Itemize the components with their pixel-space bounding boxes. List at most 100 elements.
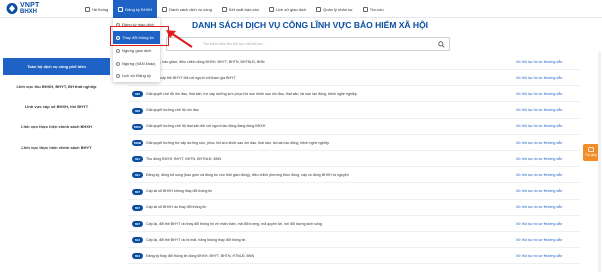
- service-name[interactable]: Giải quyết hưởng chế độ thai sản đối với…: [146, 124, 265, 128]
- service-row[interactable]: 604 Đăng ký thay đổi thông tin đóng BHXH,…: [128, 252, 580, 265]
- service-guide-link[interactable]: Hướng dẫn: [544, 205, 562, 209]
- service-guide-link[interactable]: Hướng dẫn: [544, 238, 562, 242]
- service-name[interactable]: Giải quyết chế độ ốm đau, thai sản, trợ …: [146, 92, 357, 96]
- service-row[interactable]: 607 Cấp lại, đổi thẻ BHYT do thay đổi thô…: [128, 220, 580, 232]
- menu-bullet-icon: [116, 48, 120, 53]
- service-name[interactable]: Cấp lại, đổi thẻ BHYT do bị mất, hỏng kh…: [146, 238, 245, 242]
- service-row[interactable]: 606B Giải quyết hưởng trợ cấp dưỡng sức, …: [128, 139, 580, 151]
- service-name[interactable]: Giải quyết hưởng chế độ ốm đau: [146, 108, 199, 112]
- service-details-link[interactable]: Xử thủ tục hồ sơ »: [516, 124, 546, 128]
- search-input[interactable]: Tìm kiếm theo tên thủ tục, mã thủ tục...: [166, 37, 450, 51]
- service-details-link[interactable]: Xử thủ tục hồ sơ »: [516, 141, 546, 145]
- help-side-tab[interactable]: Trợ giúp: [583, 144, 599, 161]
- service-name[interactable]: Giải quyết hưởng trợ cấp dưỡng sức, phục…: [146, 141, 329, 145]
- people-icon: [316, 6, 322, 12]
- service-details-link[interactable]: Xử thủ tục hồ sơ »: [516, 92, 546, 96]
- pointer-arrow-icon: [166, 30, 193, 48]
- search-placeholder: Tìm kiếm theo tên thủ tục, mã thủ tục...: [203, 42, 266, 46]
- history-icon: [268, 6, 274, 12]
- highlight-box: [110, 26, 169, 46]
- sidebar-item-bhxh-policy[interactable]: Lĩnh vực thực hiện chính sách BHXH: [3, 124, 110, 129]
- service-row[interactable]: 607 Cấp lại sổ BHXH không thay đổi thông …: [128, 188, 580, 200]
- menu-bullet-icon: [116, 73, 120, 78]
- nav-register-bhxh[interactable]: Đăng ký BHXH: [113, 0, 158, 18]
- service-details-link[interactable]: Xử thủ tục hồ sơ »: [516, 222, 546, 226]
- help-icon: [588, 147, 594, 152]
- service-guide-link[interactable]: Hướng dẫn: [544, 254, 562, 258]
- row-divider: [128, 247, 580, 249]
- row-divider: [128, 69, 580, 70]
- service-guide-link[interactable]: Hướng dẫn: [544, 124, 562, 128]
- service-name[interactable]: Cấp lại, đổi thẻ BHYT do thay đổi thông …: [146, 222, 322, 226]
- service-guide-link[interactable]: Hướng dẫn: [544, 189, 562, 193]
- service-details-link[interactable]: Xử thủ tục hồ sơ »: [516, 173, 546, 177]
- logo-text-vnpt: VNPT: [20, 2, 40, 9]
- row-divider: [128, 101, 580, 103]
- main-nav: Hệ thống Đăng ký BHXH Danh sách dịch vụ …: [80, 0, 389, 18]
- sidebar-item-card-issuance[interactable]: Lĩnh vực cấp sổ BHXH, thẻ BHYT: [3, 104, 110, 109]
- service-details-link[interactable]: Xử thủ tục hồ sơ »: [516, 189, 546, 193]
- nav-hr[interactable]: Quản lý nhân sự: [311, 0, 358, 18]
- service-code-badge: 606A: [132, 123, 143, 130]
- service-row[interactable]: 612 Cấp lại, đổi thẻ BHYT do bị mất, hỏng…: [128, 236, 580, 249]
- service-details-link[interactable]: Xử thủ tục hồ sơ »: [516, 60, 546, 64]
- page-scrollbar[interactable]: [598, 52, 601, 272]
- service-code-badge: 607: [132, 188, 143, 195]
- vnpt-bhxh-logo[interactable]: VNPT BHXH: [6, 1, 46, 17]
- service-name[interactable]: Thu đóng BHXH, BHYT, BHTN, BHTNLĐ, BNN: [146, 157, 221, 161]
- service-row[interactable]: 602Đăng ký cấp thẻ BHYT đối với người ch…: [128, 74, 580, 87]
- menu-item-register-history[interactable]: Lịch sử Đăng ký: [113, 69, 160, 82]
- nav-history[interactable]: Lịch sử giao dịch: [264, 0, 311, 18]
- service-details-link[interactable]: Xử thủ tục hồ sơ »: [516, 254, 546, 258]
- service-details-link[interactable]: Xử thủ tục hồ sơ »: [516, 108, 546, 112]
- service-guide-link[interactable]: Hướng dẫn: [544, 157, 562, 161]
- row-divider: [128, 263, 580, 265]
- row-divider: [128, 117, 580, 119]
- service-guide-link[interactable]: Hướng dẫn: [544, 108, 562, 112]
- sidebar-item-all-services[interactable]: Toàn bộ dịch vụ công phổ biến: [3, 58, 110, 75]
- service-code-badge: 601: [132, 156, 143, 163]
- row-divider: [128, 198, 580, 200]
- service-code-badge: 607: [132, 204, 143, 211]
- service-guide-link[interactable]: Hướng dẫn: [544, 173, 562, 177]
- service-guide-link[interactable]: Hướng dẫn: [544, 76, 562, 80]
- top-navbar: VNPT BHXH Hệ thống Đăng ký BHXH Danh sác…: [0, 0, 602, 18]
- service-name[interactable]: Đăng ký thay đổi thông tin đóng BHXH, BH…: [146, 254, 254, 258]
- service-guide-link[interactable]: Hướng dẫn: [544, 141, 562, 145]
- sidebar-item-bhyt-policy[interactable]: Lĩnh vực thực hiện chính sách BHYT: [3, 145, 110, 150]
- row-divider: [128, 166, 580, 168]
- service-row[interactable]: 606A Giải quyết hưởng chế độ thai sản đối…: [128, 123, 580, 135]
- help-tab-label: Trợ giúp: [585, 153, 597, 157]
- service-guide-link[interactable]: Hướng dẫn: [544, 92, 562, 96]
- service-row[interactable]: 606 Giải quyết hưởng chế độ ốm đau Xử thủ …: [128, 107, 580, 119]
- service-name[interactable]: Cấp lại sổ BHXH do thay đổi thông tin: [146, 205, 206, 209]
- row-divider: [128, 150, 580, 151]
- service-row[interactable]: 605 Giải quyết chế độ ốm đau, thai sản, t…: [128, 90, 580, 103]
- nav-lookup[interactable]: Tra cứu: [358, 0, 389, 18]
- service-details-link[interactable]: Xử thủ tục hồ sơ »: [516, 157, 546, 161]
- service-details-link[interactable]: Xử thủ tục hồ sơ »: [516, 76, 546, 80]
- search-icon[interactable]: [438, 41, 445, 48]
- lookup-icon: [362, 6, 368, 12]
- service-details-link[interactable]: Xử thủ tục hồ sơ »: [516, 205, 546, 209]
- service-code-badge: 605: [132, 91, 143, 98]
- service-guide-link[interactable]: Hướng dẫn: [544, 60, 562, 64]
- sidebar-item-collection[interactable]: Lĩnh vực thu BHXH, BHYT, BH thất nghiệp: [3, 84, 110, 89]
- service-name[interactable]: Cấp lại sổ BHXH không thay đổi thông tin: [146, 189, 212, 193]
- service-row[interactable]: 600Báo tăng, báo giảm, điều chỉnh đóng B…: [128, 58, 580, 70]
- service-guide-link[interactable]: Hướng dẫn: [544, 222, 562, 226]
- service-name[interactable]: Đăng ký, đóng bổ sung (bao gồm cả đóng b…: [146, 173, 349, 177]
- service-row[interactable]: 601 Đăng ký, đóng bổ sung (bao gồm cả đón…: [128, 171, 580, 184]
- service-code-badge: 612: [132, 237, 143, 244]
- row-divider: [128, 85, 580, 87]
- logo-icon: [6, 3, 18, 14]
- service-name[interactable]: Báo tăng, báo giảm, điều chỉnh đóng BHXH…: [146, 60, 264, 64]
- nav-system[interactable]: Hệ thống: [80, 0, 113, 18]
- service-row[interactable]: 607 Cấp lại sổ BHXH do thay đổi thông tin…: [128, 204, 580, 216]
- nav-public-services[interactable]: Danh sách dịch vụ công: [157, 0, 217, 18]
- nav-reports[interactable]: Kết xuất báo cáo: [217, 0, 264, 18]
- service-code-badge: 606: [132, 107, 143, 114]
- service-details-link[interactable]: Xử thủ tục hồ sơ »: [516, 238, 546, 242]
- service-row[interactable]: 601 Thu đóng BHXH, BHYT, BHTN, BHTNLĐ, BN…: [128, 155, 580, 168]
- report-icon: [221, 6, 227, 12]
